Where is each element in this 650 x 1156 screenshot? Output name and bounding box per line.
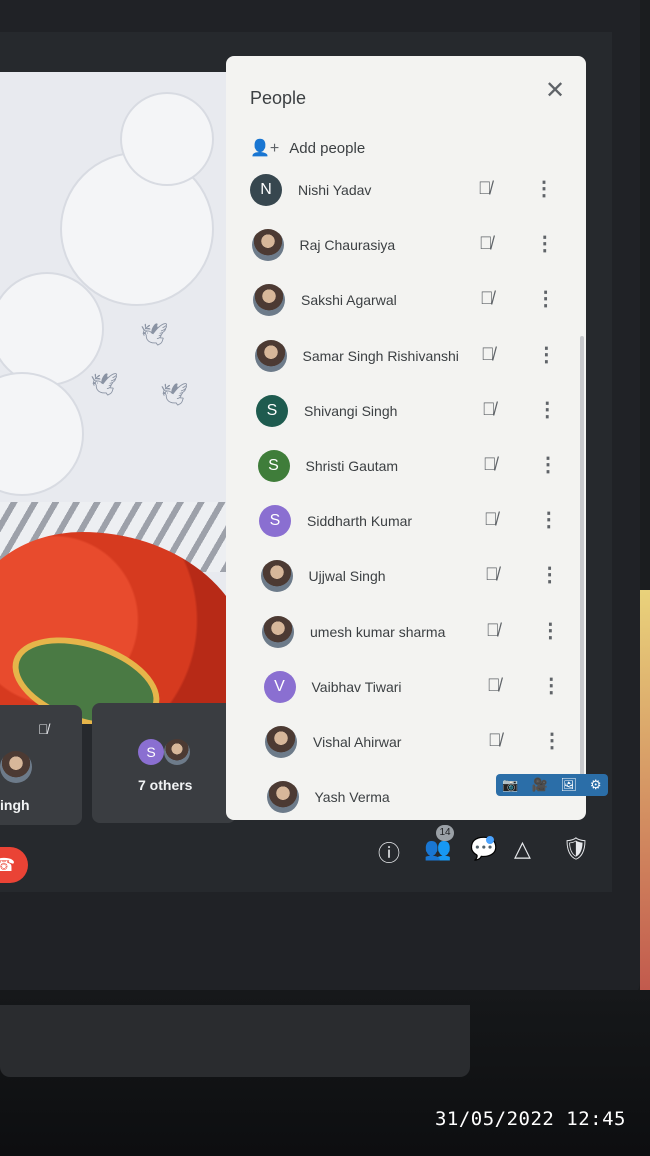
participant-name: Shivangi Singh [304, 402, 398, 419]
mic-off-icon[interactable]: 🎙̸ [488, 730, 502, 751]
participant-name: Vaibhav Tiwari [311, 678, 402, 695]
participant-row[interactable]: Raj Chaurasiya 🎙̸ ⋮ [226, 223, 586, 273]
people-panel: People ✕ 👤+ Add people N Nishi Yadav 🎙̸ ⋮ Ra… [226, 56, 586, 820]
more-options-icon[interactable]: ⋮ [539, 507, 559, 532]
people-count-badge: 14 [436, 825, 454, 841]
avatar [253, 284, 285, 317]
avatar [265, 726, 297, 758]
more-options-icon[interactable]: ⋮ [541, 673, 561, 698]
avatar: S [259, 505, 291, 538]
avatar [254, 339, 287, 372]
participant-row[interactable]: Ujjwal Singh 🎙̸ ⋮ [226, 554, 586, 604]
chat-notification-dot [486, 836, 494, 844]
mic-off-icon[interactable]: 🎙̸ [478, 178, 492, 199]
more-options-icon[interactable]: ⋮ [540, 562, 560, 587]
mic-off-icon[interactable]: 🎙̸ [482, 399, 496, 420]
mic-off-icon[interactable]: 🎙̸ [479, 233, 493, 254]
participant-row[interactable]: N Nishi Yadav 🎙̸ ⋮ [226, 168, 586, 218]
participant-name: Yash Verma [314, 789, 390, 806]
avatar: S [257, 450, 290, 482]
participant-name: Samar Singh Rishivanshi [302, 347, 459, 364]
camera-icon[interactable]: 📷 [502, 777, 518, 793]
mic-off-icon[interactable]: 🎙̸ [481, 344, 495, 365]
mic-off-icon[interactable]: 🎙̸ [483, 454, 497, 475]
participant-name: Nishi Yadav [298, 182, 372, 198]
avatar: S [256, 394, 288, 427]
mic-off-icon[interactable]: 🎙̸ [486, 620, 500, 641]
participant-row[interactable]: umesh kumar sharma 🎙̸ ⋮ [226, 610, 586, 660]
avatar: N [250, 174, 282, 206]
more-options-icon[interactable]: ⋮ [536, 286, 556, 311]
add-people-label: Add people [289, 139, 366, 157]
participant-row[interactable]: S Shristi Gautam 🎙̸ ⋮ [226, 444, 586, 494]
activities-icon[interactable]: △ [514, 836, 531, 862]
video-icon[interactable]: 🎥 [531, 777, 547, 793]
photo-timestamp: 31/05/2022 12:45 [434, 1108, 626, 1130]
info-icon[interactable]: ⓘ [378, 836, 400, 868]
more-options-icon[interactable]: ⋮ [537, 397, 557, 422]
mic-off-icon: 🎙̸ [38, 721, 49, 737]
participant-name: Sakshi Agarwal [301, 292, 397, 309]
add-person-icon: 👤+ [250, 140, 280, 157]
participant-name: Ujjwal Singh [308, 568, 386, 585]
participant-row[interactable]: V Vaibhav Tiwari 🎙̸ ⋮ [226, 665, 586, 715]
more-options-icon[interactable]: ⋮ [534, 176, 554, 201]
avatar [260, 560, 293, 593]
participant-name: Siddharth Kumar [307, 513, 413, 530]
participant-row[interactable]: S Shivangi Singh 🎙̸ ⋮ [226, 389, 586, 439]
participant-name: Vishal Ahirwar [313, 734, 402, 750]
more-options-icon[interactable]: ⋮ [538, 452, 558, 477]
participant-tile[interactable]: 🎙̸ ingh [0, 705, 82, 825]
scrollbar[interactable] [580, 336, 584, 786]
gear-icon[interactable]: ⚙ [590, 777, 602, 793]
mic-off-icon[interactable]: 🎙̸ [484, 509, 498, 530]
others-avatar: S [138, 739, 164, 765]
others-label: 7 others [138, 777, 193, 793]
presentation-stage: 🕊 🕊 🕊 [0, 72, 226, 724]
participant-name: Shristi Gautam [305, 458, 399, 474]
participant-row[interactable]: Sakshi Agarwal 🎙̸ ⋮ [226, 278, 586, 328]
participant-row[interactable]: S Siddharth Kumar 🎙̸ ⋮ [226, 499, 586, 549]
mic-off-icon[interactable]: 🎙̸ [487, 675, 501, 696]
avatar [266, 781, 299, 814]
more-options-icon[interactable]: ⋮ [536, 342, 556, 367]
participant-row[interactable]: Samar Singh Rishivanshi 🎙̸ ⋮ [226, 334, 586, 384]
panel-title: People [250, 88, 307, 108]
mic-off-icon[interactable]: 🎙̸ [480, 288, 494, 309]
others-avatar-photo [164, 739, 190, 765]
participant-name: Raj Chaurasiya [299, 237, 396, 254]
participant-row[interactable]: Vishal Ahirwar 🎙̸ ⋮ [226, 720, 586, 770]
avatar [262, 615, 294, 648]
more-options-icon[interactable]: ⋮ [542, 728, 562, 753]
add-people-button[interactable]: 👤+ Add people [250, 138, 365, 158]
more-options-icon[interactable]: ⋮ [535, 231, 555, 256]
host-controls-icon[interactable]: 🛡 [562, 836, 590, 862]
participant-name: umesh kumar sharma [310, 623, 446, 640]
more-options-icon[interactable]: ⋮ [540, 618, 560, 643]
close-icon[interactable]: ✕ [540, 76, 570, 105]
avatar: V [263, 670, 296, 703]
others-tile[interactable]: S 7 others [92, 703, 236, 823]
laptop-hinge [0, 1005, 470, 1077]
gallery-icon[interactable]: 🖼 [561, 777, 578, 793]
capture-toolbar: 📷 🎥 🖼 ⚙ [496, 774, 608, 796]
background-strip [640, 590, 650, 990]
tile-name: ingh [0, 797, 30, 813]
mic-off-icon[interactable]: 🎙̸ [485, 564, 499, 585]
avatar [251, 229, 284, 262]
